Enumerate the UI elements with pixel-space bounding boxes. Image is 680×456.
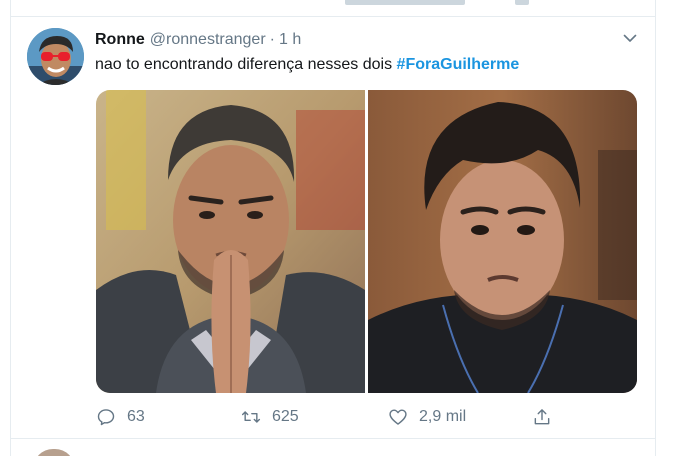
tweet-media [96,90,637,393]
author-avatar[interactable] [27,28,84,85]
avatar-photo-icon [27,28,84,85]
retweet-button[interactable]: 625 [241,404,299,430]
tweet-actions: 63 625 2,9 mil [96,404,656,430]
tweet-header: Ronne @ronnestranger · 1 h [95,29,301,51]
chevron-down-icon [623,34,637,42]
timeline-page: Ronne @ronnestranger · 1 h nao to encont… [0,0,680,456]
tweet-menu-button[interactable] [621,29,639,47]
next-tweet-avatar[interactable] [33,449,75,456]
photo-man-dark-hair-icon [368,90,637,393]
retweet-count: 625 [272,408,299,425]
hashtag-link[interactable]: #ForaGuilherme [397,56,520,73]
photo-man-praying-hands-icon [96,90,365,393]
tweet-photo-2[interactable] [368,90,637,393]
previous-tweet-edge [345,0,645,6]
share-button[interactable] [532,404,563,430]
separator-dot: · [269,31,275,48]
like-count: 2,9 mil [419,408,467,425]
reply-count: 63 [127,408,145,425]
tweet[interactable]: Ronne @ronnestranger · 1 h nao to encont… [10,17,656,438]
heart-icon [389,409,407,425]
reply-button[interactable]: 63 [96,404,145,430]
tweet-text: nao to encontrando diferença nesses dois… [95,55,519,75]
retweet-icon [241,411,261,423]
author-handle[interactable]: @ronnestranger [150,31,266,49]
tweet-timestamp[interactable]: 1 h [279,31,301,49]
divider [10,438,656,439]
reply-icon [97,409,115,426]
tweet-body: nao to encontrando diferença nesses dois [95,56,393,73]
share-icon [534,409,550,425]
author-name[interactable]: Ronne [95,31,145,49]
tweet-photo-1[interactable] [96,90,365,393]
like-button[interactable]: 2,9 mil [388,404,466,430]
